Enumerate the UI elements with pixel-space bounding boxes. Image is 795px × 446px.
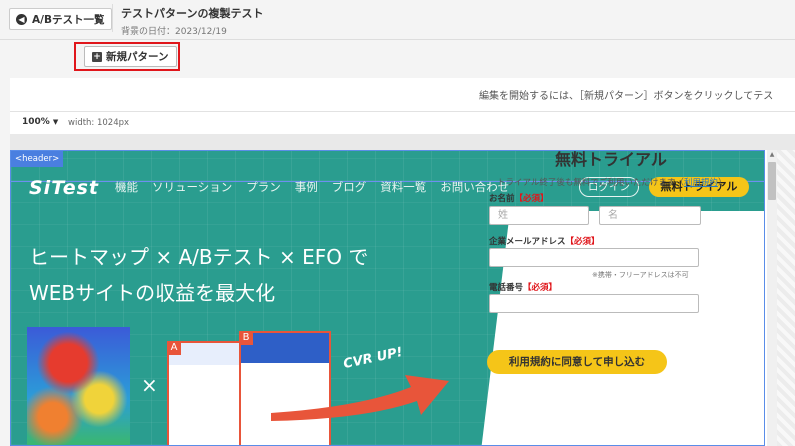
required-badge: 【必須】	[523, 283, 558, 293]
email-label-text: 企業メールアドレス	[489, 237, 566, 247]
name-label: お名前【必須】	[489, 192, 549, 204]
back-button-label: A/Bテスト一覧	[32, 13, 105, 26]
badge-b: B	[239, 331, 253, 345]
zoom-value: 100%	[22, 117, 50, 127]
nav-item-cases[interactable]: 事例	[295, 179, 318, 195]
email-label: 企業メールアドレス【必須】	[489, 235, 600, 247]
editor-area: 編集を開始するには、［新規パターン］ボタンをクリックしてテス 100% ▼ wid…	[10, 78, 795, 446]
hero-heading-line1: ヒートマップ × A/Bテスト × EFO で	[29, 245, 369, 269]
name-label-text: お名前	[489, 194, 515, 204]
email-hint: ※携帯・フリーアドレスは不可	[592, 271, 689, 279]
first-name-input[interactable]: 名	[599, 206, 701, 225]
editor-message: 編集を開始するには、［新規パターン］ボタンをクリックしてテス	[479, 91, 774, 102]
phone-input[interactable]	[489, 294, 699, 313]
canvas-background	[777, 150, 795, 446]
divider	[112, 4, 113, 32]
title-block: テストパターンの複製テスト 背景の日付：2023/12/19	[121, 5, 263, 37]
phone-label: 電話番号【必須】	[489, 281, 557, 293]
form-title: 無料トライアル	[555, 150, 667, 169]
page-subtitle: 背景の日付：2023/12/19	[121, 27, 227, 37]
chevron-down-icon: ▼	[52, 118, 59, 126]
required-badge: 【必須】	[565, 237, 600, 247]
new-pattern-label: 新規パターン	[106, 51, 169, 63]
new-pattern-button[interactable]: + 新規パターン	[84, 46, 177, 67]
cvr-arrow-icon	[271, 375, 449, 421]
width-label: width: 1024px	[68, 118, 130, 128]
terms-link[interactable]: 利用規約	[684, 178, 718, 188]
zoom-bar: 100% ▼ width: 1024px	[10, 112, 795, 134]
back-arrow-icon: ◀	[16, 13, 27, 25]
form-note-text: トライアル終了後も無料でご利用いただけます（	[497, 178, 684, 188]
preview-ruler	[10, 134, 795, 150]
nav-item-solutions[interactable]: ソリューション	[152, 179, 232, 195]
phone-label-text: 電話番号	[489, 283, 524, 293]
nav-item-plans[interactable]: プラン	[246, 179, 281, 195]
page-title: テストパターンの複製テスト	[121, 7, 264, 20]
plus-icon: +	[92, 51, 102, 62]
scrollbar-thumb[interactable]	[768, 162, 776, 200]
last-name-input[interactable]: 姓	[489, 206, 589, 225]
nav-item-documents[interactable]: 資料一覧	[380, 179, 426, 195]
times-sign: ×	[141, 373, 158, 397]
scroll-up-icon[interactable]: ▲	[768, 151, 776, 160]
top-bar: ◀ A/Bテスト一覧 テストパターンの複製テスト 背景の日付：2023/12/1…	[0, 0, 795, 40]
editor-message-bar: 編集を開始するには、［新規パターン］ボタンをクリックしてテス	[10, 78, 795, 112]
email-input[interactable]	[489, 248, 699, 267]
form-note: トライアル終了後も無料でご利用いただけます（利用規約）	[497, 176, 726, 188]
required-badge: 【必須】	[514, 194, 549, 204]
site-logo[interactable]: SiTest	[29, 177, 99, 199]
site-nav: 機能 ソリューション プラン 事例 ブログ 資料一覧 お問い合わせ	[115, 179, 523, 195]
nav-item-blog[interactable]: ブログ	[332, 179, 367, 195]
zoom-select[interactable]: 100% ▼	[22, 117, 58, 127]
back-to-ab-test-list-button[interactable]: ◀ A/Bテスト一覧	[9, 8, 113, 30]
header-element-tag: <header>	[11, 151, 64, 167]
agree-and-submit-button[interactable]: 利用規約に同意して申し込む	[487, 350, 667, 374]
hero-heading-line2: WEBサイトの収益を最大化	[29, 281, 276, 305]
nav-item-features[interactable]: 機能	[115, 179, 138, 195]
heatmap-image	[27, 327, 130, 445]
form-note-suffix: ）	[717, 178, 727, 188]
badge-a: A	[167, 341, 181, 355]
